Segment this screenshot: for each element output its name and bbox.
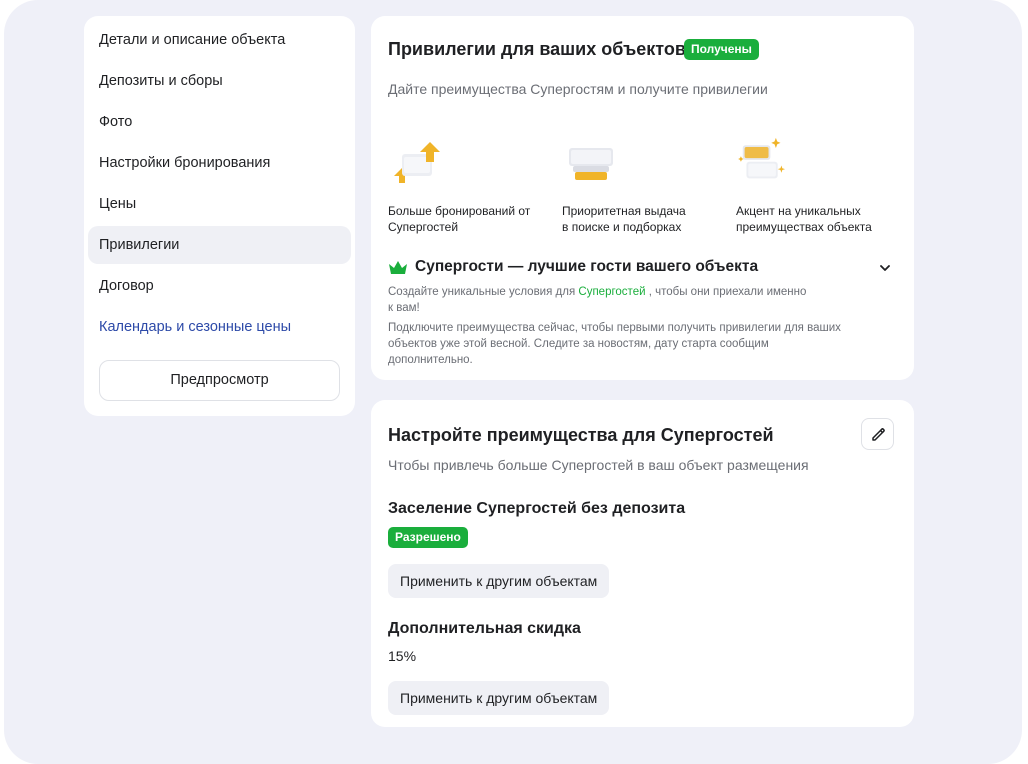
text-segment: к вам! [388, 302, 420, 314]
feature-text-line: Больше бронирований от [388, 204, 531, 218]
superguests-text-2: Подключите преимущества сейчас, чтобы пе… [388, 320, 898, 368]
text-line: дополнительно. [388, 354, 473, 366]
privileges-title: Привилегии для ваших объектов [388, 39, 686, 59]
sidebar-item-details[interactable]: Детали и описание объекта [88, 21, 351, 59]
feature-priority: Приоритетная выдача в поиске и подборках [562, 203, 732, 235]
superguests-title: Супергости — лучшие гости вашего объекта [415, 258, 759, 275]
sidebar-item-booking-settings[interactable]: Настройки бронирования [88, 144, 351, 182]
setup-card: Настройте преимущества для Супергостей Ч… [371, 400, 914, 727]
sidebar-item-prices[interactable]: Цены [88, 185, 351, 223]
crown-icon [389, 261, 407, 274]
apply-deposit-button[interactable]: Применить к другим объектам [388, 564, 610, 598]
feature-more-bookings: Больше бронирований от Супергостей [388, 203, 558, 235]
text-line: Подключите преимущества сейчас, чтобы пе… [388, 322, 841, 334]
feature-accent: Акцент на уникальных преимуществах объек… [736, 203, 906, 235]
sidebar-item-privileges[interactable]: Привилегии [88, 226, 351, 264]
deposit-title: Заселение Супергостей без депозита [388, 500, 686, 517]
text-line: объектов уже этой весной. Следите за нов… [388, 338, 769, 350]
chevron-down-icon[interactable] [877, 260, 893, 276]
superguests-link[interactable]: Супергостей [578, 286, 645, 298]
sidebar-item-contract[interactable]: Договор [88, 267, 351, 305]
text-segment: Создайте уникальные условия для [388, 286, 576, 298]
feature-text-line: Приоритетная выдача [562, 204, 686, 218]
feature-text-line: преимуществах объекта [736, 220, 872, 234]
sidebar-item-calendar[interactable]: Календарь и сезонные цены [88, 308, 351, 346]
setup-title: Настройте преимущества для Супергостей [388, 425, 774, 445]
sidebar-item-deposits[interactable]: Депозиты и сборы [88, 62, 351, 100]
privileges-subtitle: Дайте преимущества Супергостям и получит… [388, 81, 768, 97]
discount-title: Дополнительная скидка [388, 620, 581, 637]
arrows-up-icon [394, 142, 440, 183]
feature-text-line: Акцент на уникальных [736, 204, 861, 218]
superguests-text-1: Создайте уникальные условия для Супергос… [388, 284, 898, 316]
sidebar-nav: Детали и описание объекта Депозиты и сбо… [84, 16, 355, 416]
pencil-icon [872, 428, 885, 441]
feature-text-line: в поиске и подборках [562, 220, 682, 234]
text-segment: , чтобы они приехали именно [648, 286, 807, 298]
received-badge: Получены [684, 39, 759, 60]
sparkle-cards-icon [738, 137, 786, 179]
allowed-badge: Разрешено [388, 527, 468, 548]
discount-value: 15% [388, 648, 417, 664]
preview-button[interactable]: Предпросмотр [99, 360, 340, 401]
sidebar-item-photo[interactable]: Фото [88, 103, 351, 141]
stacked-cards-icon [569, 148, 613, 180]
setup-subtitle: Чтобы привлечь больше Супергостей в ваш … [388, 457, 809, 473]
privileges-card: Привилегии для ваших объектов Получены Д… [371, 16, 914, 380]
apply-discount-button[interactable]: Применить к другим объектам [388, 681, 610, 715]
edit-button[interactable] [861, 418, 894, 450]
feature-text-line: Супергостей [388, 220, 459, 234]
